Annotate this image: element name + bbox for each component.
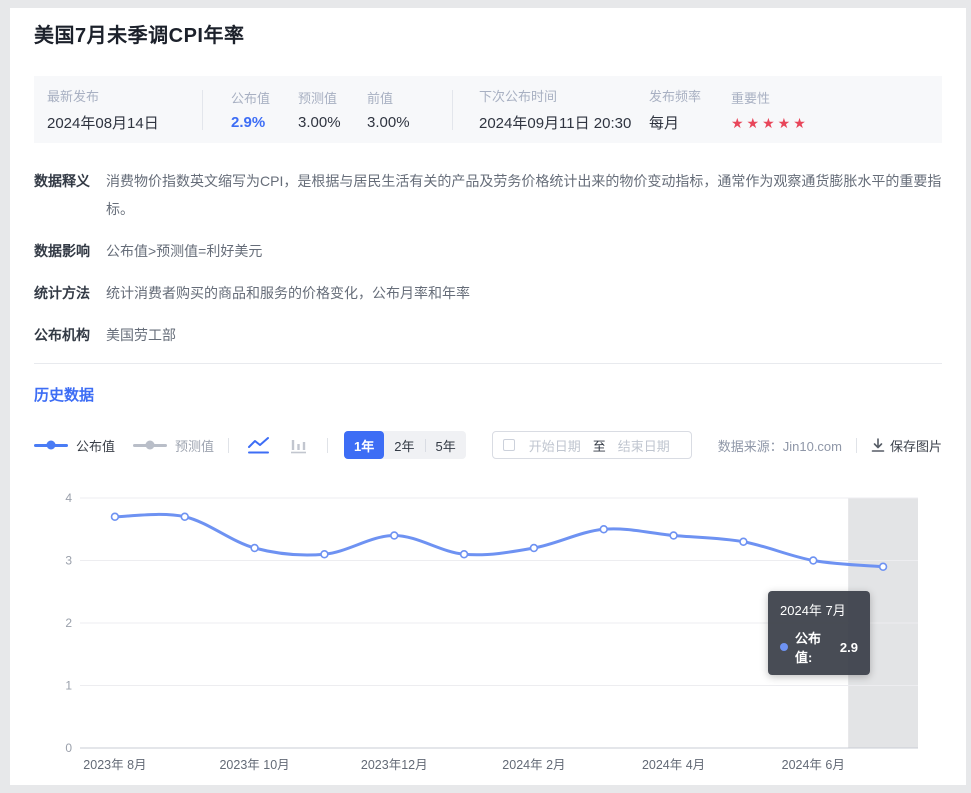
controls-divider xyxy=(228,437,230,453)
data-point[interactable] xyxy=(599,525,608,534)
start-date-placeholder: 开始日期 xyxy=(528,438,581,454)
next-release-label: 下次公布时间 xyxy=(479,89,558,104)
calendar-icon xyxy=(502,439,515,451)
download-icon xyxy=(871,437,885,452)
detail-text: 统计消费者购买的商品和服务的价格变化，公布月率和年率 xyxy=(106,285,470,301)
tooltip-value: 2.9 xyxy=(839,639,858,655)
page-title: 美国7月未季调CPI年率 xyxy=(34,25,245,47)
latest-release-label: 最新发布 xyxy=(47,89,100,104)
frequency: 发布频率 每月 xyxy=(649,86,731,133)
previous-value-label: 前值 xyxy=(367,91,394,106)
history-data-heading[interactable]: 历史数据 xyxy=(34,384,942,405)
data-point[interactable] xyxy=(390,531,399,540)
previous-value-number: 3.00% xyxy=(367,114,410,131)
detail-row-impact: 数据影响 公布值>预测值=利好美元 xyxy=(34,237,942,265)
data-point[interactable] xyxy=(878,562,888,571)
importance: 重要性 ★★★★★ xyxy=(731,88,809,132)
legend-forecast-marker-icon xyxy=(133,440,168,450)
next-release-value: 2024年09月11日 20:30 xyxy=(479,115,632,132)
x-tick-label: 2023年 8月 xyxy=(83,758,146,772)
range-tab-group: 1年 2年 5年 xyxy=(344,431,466,459)
y-tick-label: 1 xyxy=(65,679,72,693)
x-tick-label: 2023年 10月 xyxy=(219,758,289,772)
y-tick-label: 4 xyxy=(65,491,72,505)
chart-controls: 公布值 预测值 1年 2年 5年 开始日期 至 结束日期 数据来源：Jin10.… xyxy=(34,431,942,459)
data-source-label: 数据来源：Jin10.com xyxy=(717,438,842,454)
controls-divider xyxy=(327,437,329,453)
published-value-label: 公布值 xyxy=(231,91,271,106)
detail-label: 公布机构 xyxy=(34,327,90,343)
tab-2year[interactable]: 2年 xyxy=(384,431,424,459)
detail-label: 数据释义 xyxy=(34,173,90,189)
legend-published-marker-icon xyxy=(34,440,68,450)
detail-row-agency: 公布机构 美国劳工部 xyxy=(34,321,942,349)
latest-release-value: 2024年08月14日 xyxy=(47,115,159,132)
next-release: 下次公布时间 2024年09月11日 20:30 xyxy=(479,86,649,133)
detail-text: 美国劳工部 xyxy=(106,327,176,343)
legend-published[interactable]: 公布值 xyxy=(34,436,115,455)
detail-row-method: 统计方法 统计消费者购买的商品和服务的价格变化，公布月率和年率 xyxy=(34,279,942,307)
data-point[interactable] xyxy=(180,512,189,521)
line-chart-icon[interactable] xyxy=(243,433,273,457)
data-point[interactable] xyxy=(459,550,469,559)
section-divider xyxy=(34,363,942,364)
data-point[interactable] xyxy=(669,531,678,540)
legend-forecast[interactable]: 预测值 xyxy=(133,436,214,455)
summary-divider xyxy=(202,89,203,130)
data-point[interactable] xyxy=(320,550,329,559)
y-tick-label: 3 xyxy=(65,554,72,568)
data-point[interactable] xyxy=(809,556,818,565)
date-to-label: 至 xyxy=(592,438,606,454)
x-tick-label: 2024年 4月 xyxy=(642,758,705,772)
content-card: 美国7月未季调CPI年率 最新发布 2024年08月14日 公布值 2.9% 预… xyxy=(10,8,966,785)
legend-published-label: 公布值 xyxy=(76,438,116,454)
frequency-value: 每月 xyxy=(649,115,680,132)
x-tick-label: 2024年 2月 xyxy=(502,758,565,772)
data-point[interactable] xyxy=(739,537,748,546)
data-point[interactable] xyxy=(529,543,539,553)
chart-tooltip: 2024年 7月 公布值: 2.9 xyxy=(768,591,870,675)
legend-forecast-label: 预测值 xyxy=(175,438,215,454)
importance-label: 重要性 xyxy=(731,90,771,106)
tab-1year[interactable]: 1年 xyxy=(344,431,385,459)
x-tick-label: 2024年 6月 xyxy=(782,758,845,772)
tab-5year[interactable]: 5年 xyxy=(426,431,466,459)
published-value-number: 2.9% xyxy=(231,114,266,131)
data-point[interactable] xyxy=(250,543,259,553)
forecast-value-label: 预测值 xyxy=(298,91,338,106)
detail-label: 数据影响 xyxy=(34,243,90,259)
data-point[interactable] xyxy=(110,512,120,521)
bar-chart-icon[interactable] xyxy=(283,433,313,457)
detail-text: 消费物价指数英文缩写为CPI，是根据与居民生活有关的产品及劳务价格统计出来的物价… xyxy=(106,173,942,217)
tooltip-series-label: 公布值: xyxy=(795,631,822,665)
importance-stars-icon: ★★★★★ xyxy=(731,114,809,131)
controls-divider xyxy=(855,437,857,453)
forecast-value-number: 3.00% xyxy=(298,114,341,131)
y-tick-label: 0 xyxy=(65,741,72,755)
end-date-placeholder: 结束日期 xyxy=(617,438,670,454)
forecast-value: 预测值 3.00% xyxy=(298,88,367,131)
summary-bar: 最新发布 2024年08月14日 公布值 2.9% 预测值 3.00% 前值 3… xyxy=(34,76,942,143)
detail-text: 公布值>预测值=利好美元 xyxy=(106,243,263,259)
detail-row-definition: 数据释义 消费物价指数英文缩写为CPI，是根据与居民生活有关的产品及劳务价格统计… xyxy=(34,167,942,223)
date-range-picker[interactable]: 开始日期 至 结束日期 xyxy=(491,431,692,459)
frequency-label: 发布频率 xyxy=(649,89,702,104)
tooltip-series-dot-icon xyxy=(780,643,788,651)
series-line xyxy=(113,512,885,569)
previous-value: 前值 3.00% xyxy=(367,88,452,131)
published-value: 公布值 2.9% xyxy=(231,88,298,131)
save-image-label: 保存图片 xyxy=(889,438,942,454)
detail-label: 统计方法 xyxy=(34,285,90,301)
y-tick-label: 2 xyxy=(65,616,72,630)
history-line-chart[interactable]: 0 1 2 3 4 2023年 8月 2023年 10月 2023年12月 2024年 2月 20… xyxy=(34,473,942,793)
summary-divider xyxy=(452,89,453,130)
tooltip-date: 2024年 7月 xyxy=(780,603,846,618)
x-tick-label: 2023年12月 xyxy=(361,758,428,772)
latest-release: 最新发布 2024年08月14日 xyxy=(47,86,202,133)
save-image-button[interactable]: 保存图片 xyxy=(871,436,942,455)
detail-section: 数据释义 消费物价指数英文缩写为CPI，是根据与居民生活有关的产品及劳务价格统计… xyxy=(34,167,942,349)
